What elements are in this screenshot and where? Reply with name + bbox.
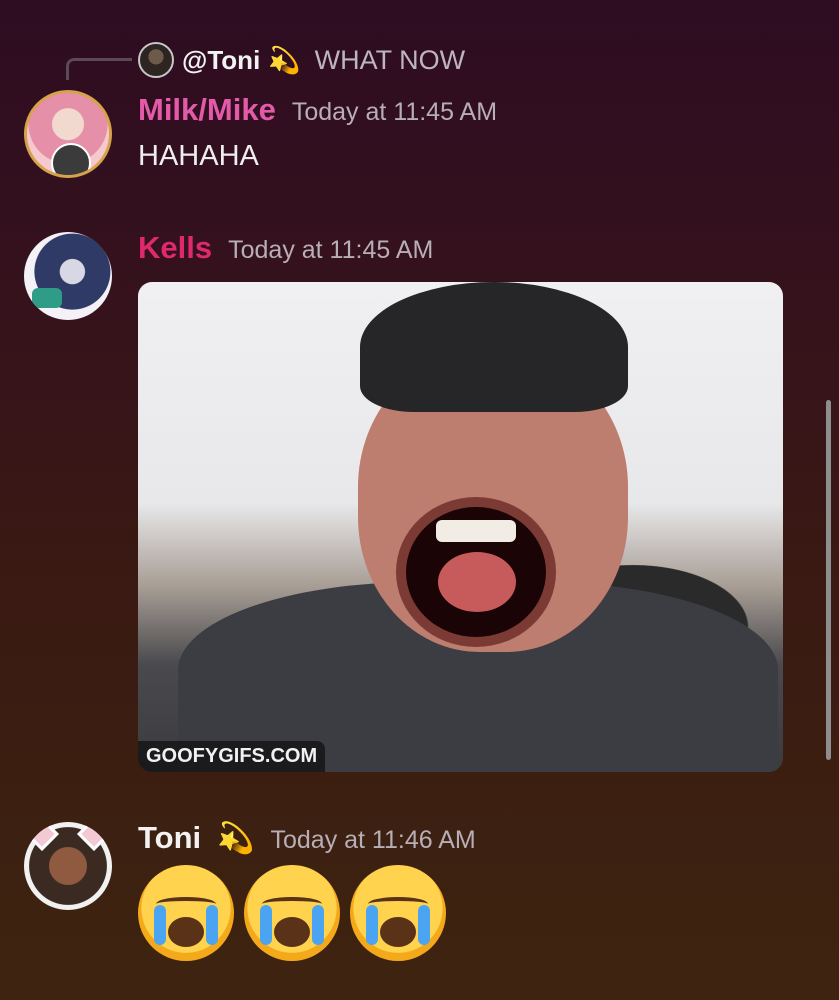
avatar-kells[interactable] xyxy=(24,232,112,320)
username-milk-mike[interactable]: Milk/Mike xyxy=(138,92,276,128)
scrollbar[interactable] xyxy=(826,400,831,760)
gif-attachment[interactable]: GOOFYGIFS.COM xyxy=(138,282,783,772)
dizzy-icon: 💫 xyxy=(217,822,255,855)
avatar-milk-mike[interactable] xyxy=(24,90,112,178)
reply-preview[interactable]: @Toni 💫 WHAT NOW xyxy=(138,40,465,80)
reply-text: WHAT NOW xyxy=(314,44,466,75)
loudly-crying-face-icon[interactable] xyxy=(138,865,234,961)
username-toni[interactable]: Toni xyxy=(138,820,201,856)
avatar-toni[interactable] xyxy=(24,822,112,910)
tear-left xyxy=(366,905,378,945)
tear-left xyxy=(154,905,166,945)
reply-connector-line xyxy=(66,58,132,80)
loudly-crying-face-icon[interactable] xyxy=(350,865,446,961)
tear-right xyxy=(206,905,218,945)
reply-mention[interactable]: @Toni xyxy=(182,45,260,76)
timestamp: Today at 11:46 AM xyxy=(270,826,476,854)
tear-right xyxy=(312,905,324,945)
gif-watermark: GOOFYGIFS.COM xyxy=(138,741,326,772)
gif-tongue xyxy=(438,552,516,612)
timestamp: Today at 11:45 AM xyxy=(291,98,498,126)
dizzy-icon: 💫 xyxy=(268,44,301,75)
timestamp: Today at 11:45 AM xyxy=(228,236,434,264)
tear-right xyxy=(418,905,430,945)
message-header-milk: Milk/Mike Today at 11:45 AM xyxy=(138,92,497,128)
message-header-kells: Kells Today at 11:45 AM xyxy=(138,230,433,266)
gif-hat xyxy=(360,282,628,412)
tear-left xyxy=(260,905,272,945)
message-emojis xyxy=(138,865,446,961)
message-content: HAHAHA xyxy=(138,140,259,172)
loudly-crying-face-icon[interactable] xyxy=(244,865,340,961)
gif-teeth xyxy=(436,520,516,542)
username-kells[interactable]: Kells xyxy=(138,230,212,266)
reply-avatar-icon xyxy=(138,42,174,78)
message-header-toni: Toni 💫 Today at 11:46 AM xyxy=(138,820,476,856)
